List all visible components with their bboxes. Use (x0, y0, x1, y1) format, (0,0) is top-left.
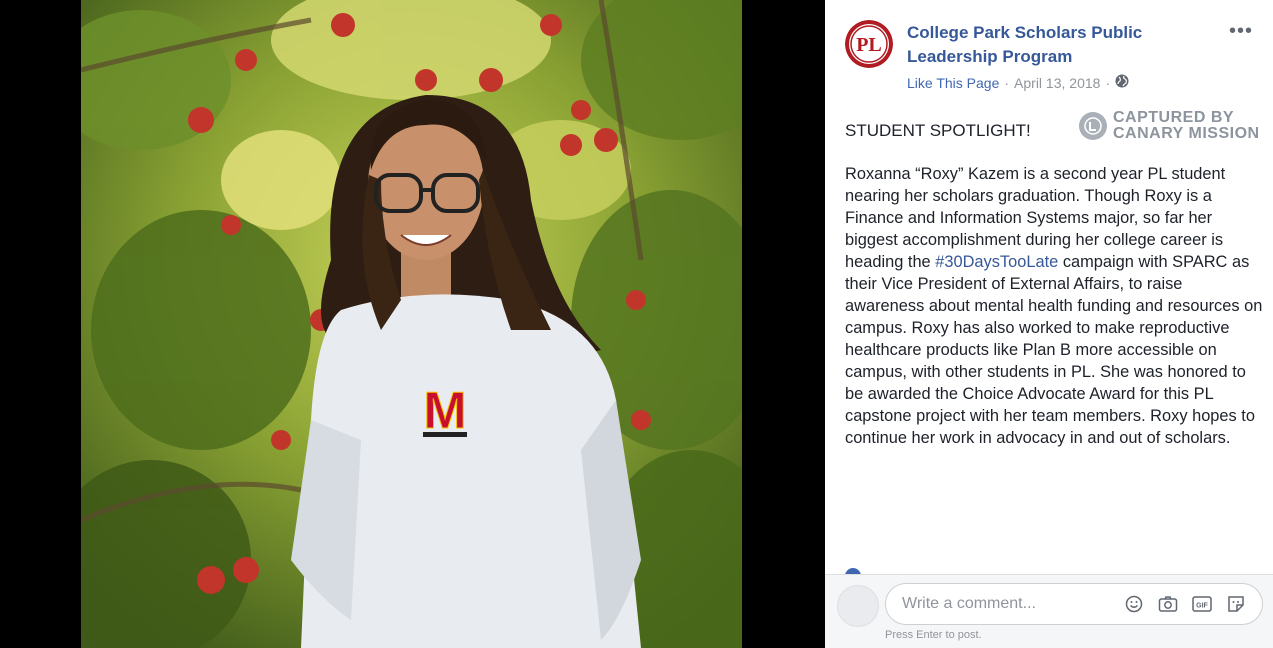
shirt-logo: M (421, 380, 471, 441)
svg-text:M: M (423, 382, 466, 440)
comment-input[interactable]: Write a comment... GIF (885, 583, 1263, 625)
user-avatar (837, 585, 879, 627)
page-avatar[interactable]: PL (845, 20, 893, 68)
canary-icon (1079, 112, 1107, 140)
press-enter-hint: Press Enter to post. (885, 629, 982, 641)
camera-icon[interactable] (1158, 594, 1178, 614)
like-page-link[interactable]: Like This Page (907, 75, 999, 91)
gif-icon[interactable]: GIF (1192, 594, 1212, 614)
post-details-panel: PL College Park Scholars Public Leadersh… (825, 0, 1273, 648)
sticker-icon[interactable] (1226, 594, 1246, 614)
post-date[interactable]: April 13, 2018 (1014, 75, 1100, 91)
svg-text:GIF: GIF (1196, 603, 1208, 610)
comment-placeholder: Write a comment... (902, 595, 1036, 612)
comment-composer: Write a comment... GIF Press Enter to po… (825, 575, 1273, 648)
globe-icon[interactable] (1115, 74, 1129, 91)
post-meta: Like This Page · April 13, 2018 · (907, 74, 1129, 91)
hashtag-link[interactable]: #30DaysTooLate (935, 253, 1058, 271)
watermark-line1: CAPTURED BY (1113, 109, 1235, 126)
meta-separator: · (1004, 74, 1010, 91)
watermark-line2: CANARY MISSION (1113, 125, 1260, 142)
photo-illustration: M (81, 0, 742, 648)
post-body-text: campaign with SPARC as their Vice Presid… (845, 253, 1263, 447)
post-photo[interactable]: M (81, 0, 742, 648)
page-name-link[interactable]: College Park Scholars Public Leadership … (907, 21, 1207, 69)
pl-logo-icon: PL (845, 20, 893, 68)
post-heading: STUDENT SPOTLIGHT! (845, 121, 1031, 140)
svg-text:PL: PL (856, 34, 882, 56)
meta-separator: · (1105, 74, 1111, 91)
emoji-icon[interactable] (1124, 594, 1144, 614)
photo-viewer: M (0, 0, 825, 648)
watermark: CAPTURED BY CANARY MISSION (1079, 110, 1260, 142)
more-options-button[interactable]: ••• (1229, 20, 1253, 43)
post-body: Roxanna “Roxy” Kazem is a second year PL… (845, 163, 1265, 449)
